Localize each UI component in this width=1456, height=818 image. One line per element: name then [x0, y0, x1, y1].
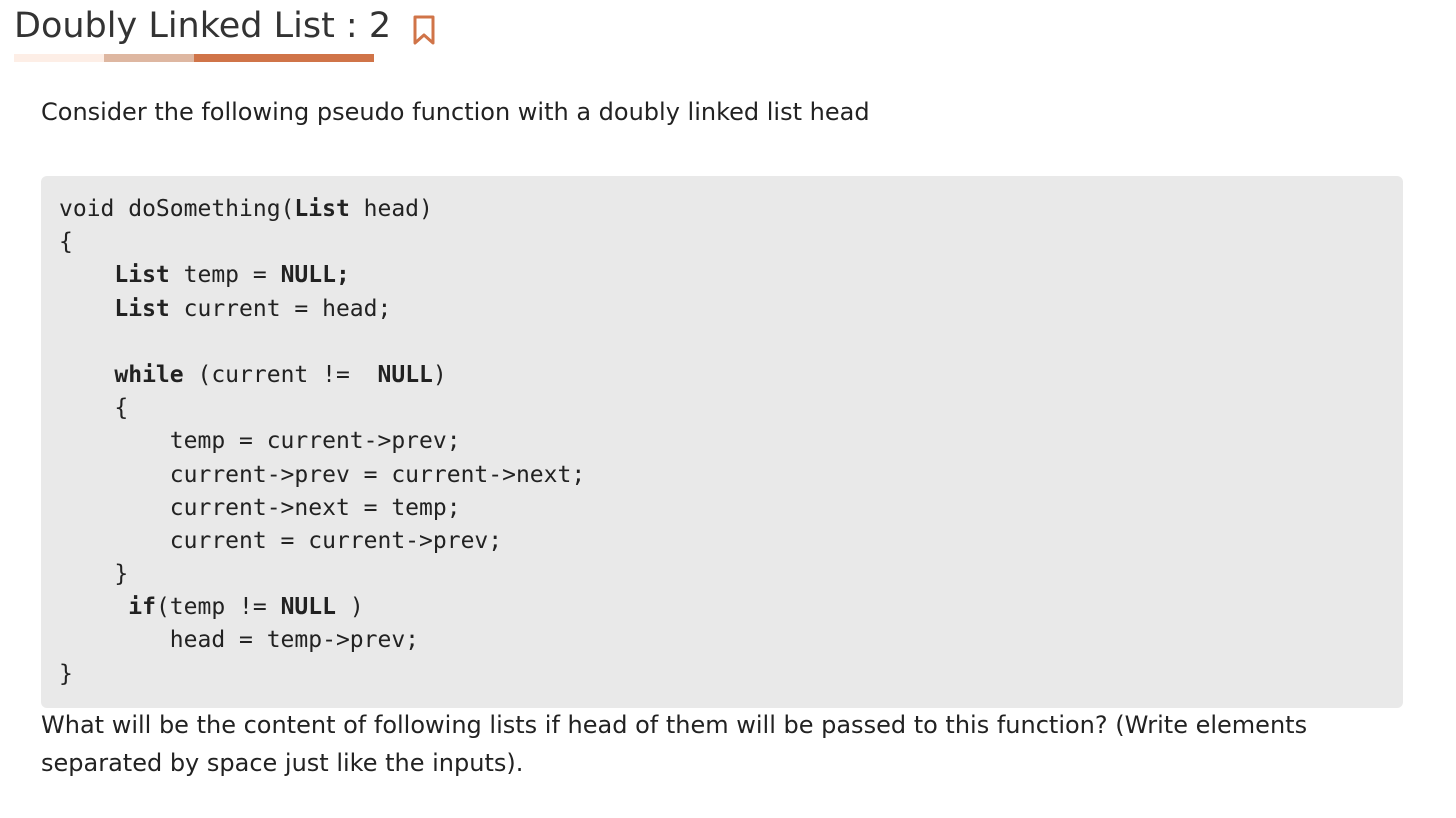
code-token: )	[335, 594, 364, 621]
code-token: current->prev = current->next;	[59, 461, 586, 488]
code-token: )	[432, 361, 447, 388]
code-keyword: List	[114, 262, 170, 289]
code-token: head)	[349, 196, 433, 222]
code-token: void doSomething(	[59, 196, 295, 222]
code-token: {	[59, 229, 73, 256]
code-token: current = head;	[169, 295, 392, 322]
code-line: head = temp->prev;	[59, 624, 1385, 657]
code-token: (current !=	[183, 361, 378, 388]
code-token: }	[59, 660, 73, 687]
code-line: List current = head;	[59, 293, 1385, 326]
progress-segment-light	[14, 54, 104, 62]
title-row: Doubly Linked List : 2	[14, 6, 437, 46]
code-line: {	[59, 226, 1385, 259]
code-token: current = current->prev;	[59, 527, 503, 554]
title-underline-progress	[14, 54, 374, 62]
code-line: current = current->prev;	[59, 525, 1385, 558]
code-token: current->next = temp;	[59, 494, 461, 521]
code-line: }	[59, 558, 1385, 591]
code-token: }	[59, 561, 129, 588]
code-token: head = temp->prev;	[59, 627, 420, 654]
code-token: {	[59, 395, 129, 422]
question-intro: Consider the following pseudo function w…	[41, 98, 870, 126]
code-keyword: NULL	[280, 594, 336, 621]
code-line: {	[59, 392, 1385, 425]
code-block: void doSomething(List head){ List temp =…	[41, 176, 1403, 708]
bookmark-icon[interactable]	[411, 14, 437, 46]
code-line: void doSomething(List head)	[59, 193, 1385, 226]
code-line: if(temp != NULL )	[59, 591, 1385, 624]
code-token: temp =	[169, 262, 281, 289]
code-line: current->next = temp;	[59, 492, 1385, 525]
code-keyword: NULL;	[280, 262, 350, 289]
code-line: temp = current->prev;	[59, 425, 1385, 458]
code-keyword: List	[294, 196, 350, 222]
code-keyword: List	[114, 295, 170, 322]
code-keyword: if	[128, 594, 156, 621]
question-prompt: What will be the content of following li…	[41, 711, 1308, 777]
code-token: (temp !=	[155, 594, 281, 621]
progress-segment-mid	[104, 54, 194, 62]
code-line: current->prev = current->next;	[59, 459, 1385, 492]
code-line: }	[59, 658, 1385, 691]
code-line: while (current != NULL)	[59, 359, 1385, 392]
page-title: Doubly Linked List : 2	[14, 6, 392, 46]
progress-segment-accent	[194, 54, 374, 62]
code-keyword: while	[114, 361, 184, 388]
code-keyword: NULL	[377, 361, 433, 388]
code-line: List temp = NULL;	[59, 259, 1385, 292]
code-token: temp = current->prev;	[59, 428, 461, 455]
question-page: Doubly Linked List : 2 Consider the foll…	[0, 0, 1456, 818]
